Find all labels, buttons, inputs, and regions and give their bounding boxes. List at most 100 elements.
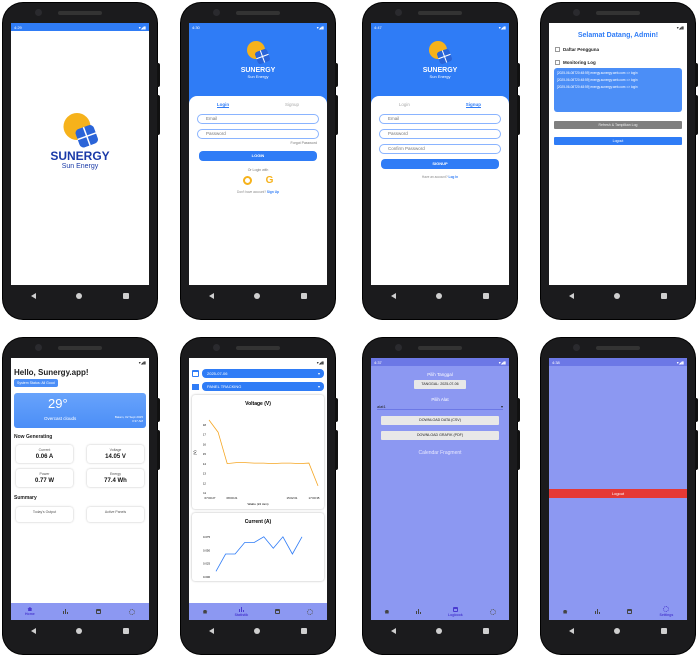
app-logo	[371, 41, 509, 65]
calendar-icon	[192, 370, 199, 377]
status-bar: 4:29 ▾◢▮	[11, 23, 149, 31]
logbook-screen: 4:37 ▾◢▮ Pilih Tanggal TANGGAL: 2025-07-0…	[371, 358, 509, 620]
brand-title: SUNERGY	[240, 67, 276, 74]
tab-home[interactable]	[562, 609, 568, 614]
gear-icon	[489, 608, 496, 615]
status-bar: 4:30 ▾◢▮	[192, 24, 324, 30]
bar-chart-icon	[238, 606, 244, 612]
tab-settings[interactable]: Settings	[660, 606, 673, 617]
status-bar: ▾◢▮	[316, 359, 324, 365]
signup-button[interactable]: SIGNUP	[381, 159, 499, 169]
login-button[interactable]: LOGIN	[199, 151, 317, 161]
signup-screen: 4:47 ▾◢▮ SUNERGY Sun Energy Login Signup …	[371, 23, 509, 285]
house-icon	[202, 609, 208, 614]
y-label: (V)	[193, 450, 197, 455]
confirm-password-field[interactable]: Confirm Password	[379, 144, 501, 154]
log-panel[interactable]: [2025-06-08T20:48:59] energy.sunergy.web…	[554, 68, 682, 112]
logout-button[interactable]: Logout	[549, 489, 687, 498]
brand-subtitle: Sun Energy	[247, 74, 269, 79]
tab-logbook[interactable]	[627, 609, 633, 614]
password-field[interactable]: Password	[197, 129, 319, 139]
signup-prompt: Don't have account? Sign Up	[237, 190, 279, 194]
y-tick-label: 14	[203, 462, 207, 466]
tab-signup[interactable]: Signup	[285, 102, 299, 108]
statistik-screen: ▾◢▮ 2025-07-06 ▾ PANEL TRACKING ▾ Voltage …	[189, 358, 327, 620]
tab-signup[interactable]: Signup	[465, 102, 482, 108]
logout-button[interactable]: Logout	[554, 137, 682, 145]
login-card: Login Signup Email Password Forgot Passw…	[189, 96, 327, 285]
login-prompt: Have an account? Log In	[421, 175, 459, 179]
download-pdf-button[interactable]: DOWNLOAD GRAFIK (PDF)	[381, 431, 499, 440]
app-logo	[189, 41, 327, 65]
home-icon[interactable]	[76, 293, 83, 299]
calendar-icon	[627, 609, 633, 614]
admin-screen: ▾◢▮ Selamat Datang, Admin! Daftar Penggu…	[549, 23, 687, 285]
tab-home[interactable]	[202, 609, 208, 614]
gear-icon	[663, 606, 670, 612]
tab-home[interactable]	[384, 609, 390, 614]
calendar-icon	[452, 606, 458, 612]
y-tick-label: 15	[203, 452, 207, 456]
status-bar: 4:38 ▾◢▮	[549, 358, 687, 366]
tab-home[interactable]: Home	[25, 607, 35, 616]
y-tick-label: 18	[203, 423, 207, 427]
forgot-password-link[interactable]: Forgot Password	[189, 141, 317, 145]
tab-settings[interactable]	[307, 608, 314, 615]
signup-link[interactable]: Sign Up	[267, 190, 279, 194]
y-tick-label: 16	[203, 442, 207, 446]
email-field[interactable]: Email	[379, 114, 501, 124]
monitoring-log-toggle[interactable]: Monitoring Log	[555, 60, 687, 65]
recents-icon[interactable]	[122, 293, 129, 299]
device-select[interactable]: alat1 ▾	[377, 404, 503, 410]
weather-desc: Overcast clouds	[44, 416, 77, 421]
tab-settings[interactable]	[489, 608, 496, 615]
bar-chart-icon	[594, 609, 600, 614]
password-field[interactable]: Password	[379, 129, 501, 139]
tab-statistik[interactable]	[62, 609, 68, 614]
date-row: 2025-07-06 ▾	[192, 369, 324, 378]
date-picker-button[interactable]: TANGGAL: 2025-07-06	[414, 380, 466, 389]
chart-title: Voltage (V)	[245, 401, 271, 407]
screenshot-grid: 4:29 ▾◢▮ SUNERGY Sun Energy 4:30 ▾◢▮ SUNER…	[0, 0, 698, 659]
daftar-pengguna-toggle[interactable]: Daftar Pengguna	[555, 47, 687, 52]
pilih-tanggal-label: Pilih Tanggal	[427, 372, 453, 377]
date-dropdown[interactable]: 2025-07-06 ▾	[202, 369, 324, 378]
tab-statistik[interactable]: Statistik	[235, 606, 248, 617]
summary-heading: Summary	[14, 495, 37, 501]
y-tick-label: 12	[203, 481, 207, 485]
tab-settings[interactable]	[128, 608, 135, 615]
tab-statistik[interactable]	[594, 609, 600, 614]
current-series-line	[215, 536, 303, 572]
status-bar: ▾◢▮	[138, 359, 146, 365]
voltage-series-line	[208, 419, 319, 487]
status-bar: 4:37 ▾◢▮	[371, 358, 509, 366]
brand-title: SUNERGY	[50, 149, 110, 163]
current-chart-card: Current (A) 0.075 0.050 0.025 0.000	[192, 513, 324, 581]
back-icon[interactable]	[31, 293, 37, 299]
tab-statistik[interactable]	[416, 609, 422, 614]
y-tick-label: 0.050	[203, 548, 210, 552]
bottom-tabbar: Home	[11, 603, 149, 620]
tab-login[interactable]: Login	[399, 102, 410, 108]
login-link[interactable]: Log In	[449, 175, 459, 179]
tab-logbook[interactable]	[275, 609, 281, 614]
status-badge: System Status: All Good	[14, 379, 58, 387]
bar-chart-icon	[62, 609, 68, 614]
admin-title: Selamat Datang, Admin!	[577, 32, 659, 39]
y-tick-label: 0.025	[203, 562, 210, 566]
email-field[interactable]: Email	[197, 114, 319, 124]
app-logo	[11, 113, 149, 149]
facebook-icon[interactable]	[242, 176, 252, 185]
settings-screen: 4:38 ▾◢▮ Logout Settings	[549, 358, 687, 620]
tab-login[interactable]: Login	[216, 102, 230, 108]
metrics-grid: Current 0.06 A Voltage 14.05 V Power 0.77 W…	[16, 445, 144, 487]
tab-logbook[interactable]	[95, 609, 101, 614]
tab-logbook[interactable]: Logbook	[448, 606, 463, 617]
system-nav	[11, 285, 149, 307]
google-icon[interactable]: G	[266, 176, 274, 186]
download-csv-button[interactable]: DOWNLOAD DATA (CSV)	[381, 416, 499, 425]
refresh-logs-button[interactable]: Refresh & Tampilkan Log	[554, 121, 682, 129]
x-tick-label: 08:00:21	[227, 496, 238, 500]
house-icon	[27, 607, 33, 611]
panel-dropdown[interactable]: PANEL TRACKING ▾	[202, 382, 324, 391]
